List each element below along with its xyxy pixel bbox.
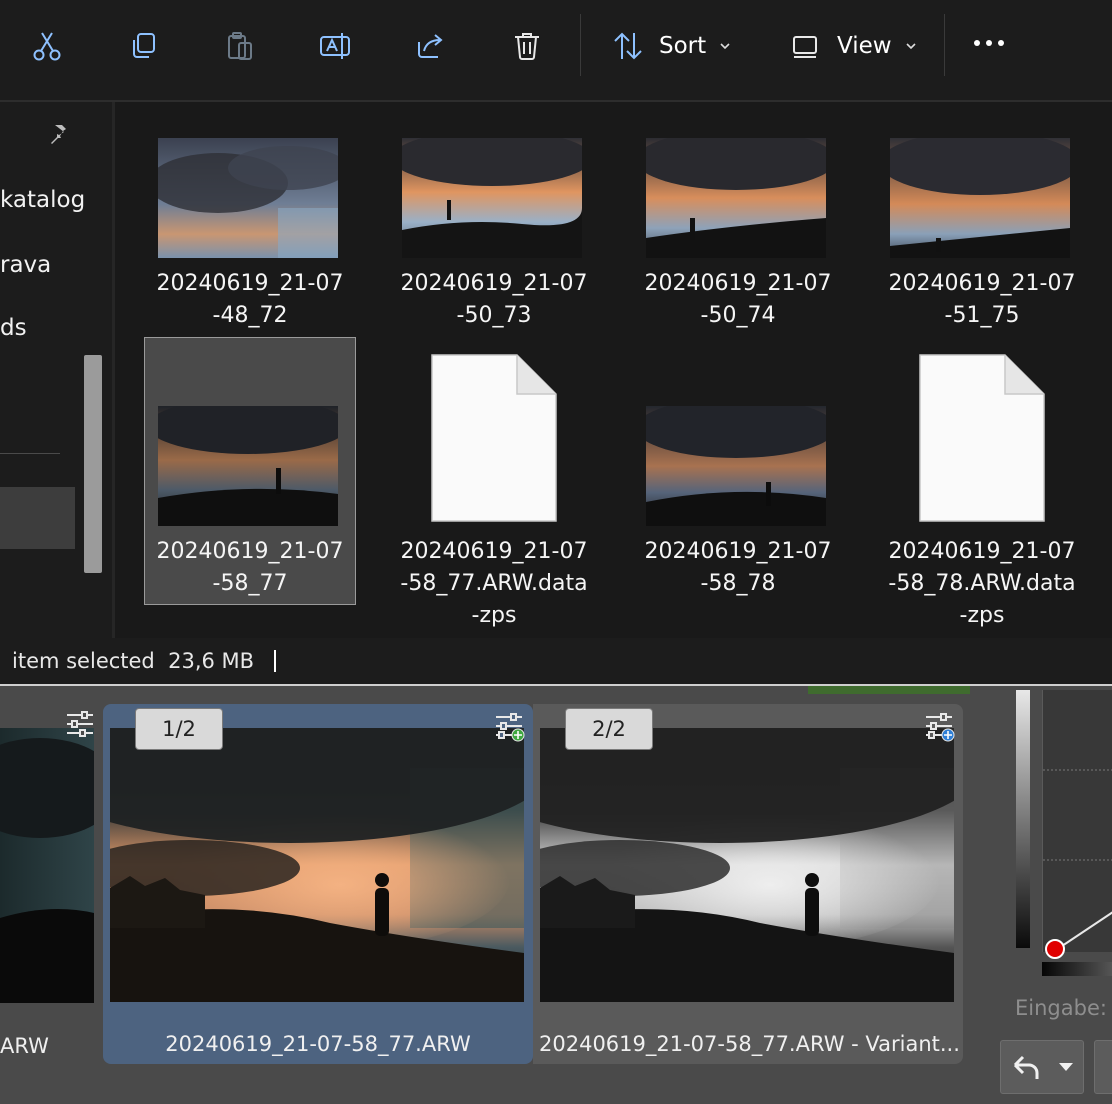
file-name: -58_78 <box>700 571 776 596</box>
file-name: 20240619_21-07 <box>644 539 832 564</box>
sort-button[interactable]: Sort <box>611 22 732 70</box>
chevron-down-icon <box>906 43 916 50</box>
file-name: -zps <box>471 603 517 628</box>
nav-item-katalog[interactable]: katalog <box>0 187 85 213</box>
view-label: View <box>837 33 892 59</box>
undo-icon <box>1013 1055 1039 1079</box>
cut-icon[interactable] <box>23 22 71 70</box>
status-bar: item selected 23,6 MB <box>0 638 1112 684</box>
file-name: 20240619_21-07 <box>156 539 344 564</box>
file-name: -51_75 <box>944 303 1020 328</box>
filmstrip-thumbnail <box>0 728 94 1003</box>
file-name: -58_77 <box>212 571 288 596</box>
filmstrip-item-selected[interactable]: 1/2 20240619_21-07-58_77.ARW <box>103 704 533 1064</box>
nav-item-rava[interactable]: rava <box>0 252 51 278</box>
rename-icon[interactable] <box>311 22 359 70</box>
file-name: -48_72 <box>212 303 288 328</box>
input-gradient <box>1042 962 1112 976</box>
command-bar: Sort View <box>0 0 1112 102</box>
sort-icon <box>614 32 642 60</box>
file-name: 20240619_21-07 <box>400 539 588 564</box>
file-name: -50_73 <box>456 303 532 328</box>
file-item[interactable]: 20240619_21-07 -58_77.ARW.data -zps <box>389 338 599 628</box>
view-icon <box>793 36 817 58</box>
toolbar-separator <box>944 14 945 76</box>
file-name: 20240619_21-07 <box>644 271 832 296</box>
status-text: item selected 23,6 MB <box>12 649 255 673</box>
nav-item-ds[interactable]: ds <box>0 315 27 341</box>
file-name: -58_77.ARW.data <box>400 571 588 596</box>
file-name: -50_74 <box>700 303 776 328</box>
file-item[interactable]: 20240619_21-07 -58_78.ARW.data -zps <box>877 338 1087 628</box>
pin-icon[interactable] <box>46 122 70 146</box>
adjustments-icon[interactable] <box>493 710 525 742</box>
filmstrip-caption: 20240619_21-07-58_77.ARW - Variant... <box>539 1032 959 1056</box>
output-gradient <box>1016 690 1030 948</box>
undo-button[interactable] <box>1000 1040 1084 1094</box>
filmstrip-item[interactable]: 2/2 20240619_21-07-58_77.ARW - Variant..… <box>533 704 963 1064</box>
file-name: 20240619_21-07 <box>888 539 1076 564</box>
copy-icon[interactable] <box>119 22 167 70</box>
redo-button[interactable] <box>1094 1040 1112 1094</box>
file-thumbnail <box>158 406 338 526</box>
variant-badge: 2/2 <box>565 708 653 750</box>
filmstrip-thumbnail <box>110 728 524 1002</box>
document-icon <box>431 354 557 522</box>
view-button[interactable]: View <box>789 22 918 70</box>
file-name: 20240619_21-07 <box>888 271 1076 296</box>
file-item-selected[interactable]: 20240619_21-07 -58_77 <box>144 337 356 605</box>
file-grid: 20240619_21-07 -48_72 20240619_21-07 -50… <box>115 102 1112 638</box>
file-name: -zps <box>959 603 1005 628</box>
file-thumbnail <box>158 138 338 258</box>
nav-scrollbar[interactable] <box>84 355 102 573</box>
adjustments-icon[interactable] <box>64 708 96 740</box>
file-thumbnail <box>646 406 826 526</box>
file-thumbnail <box>890 138 1070 258</box>
nav-divider <box>0 453 60 454</box>
file-thumbnail <box>646 138 826 258</box>
filmstrip-caption: 20240619_21-07-58_77.ARW <box>165 1032 471 1056</box>
filmstrip-caption: ARW <box>0 1034 49 1058</box>
filmstrip-thumbnail <box>540 728 954 1002</box>
file-item[interactable]: 20240619_21-07 -58_78 <box>633 338 843 604</box>
paste-icon[interactable] <box>215 22 263 70</box>
sort-label: Sort <box>659 33 707 59</box>
variant-badge: 1/2 <box>135 708 223 750</box>
file-thumbnail <box>402 138 582 258</box>
filmstrip-item[interactable]: ARW <box>0 706 100 1064</box>
more-options-icon[interactable] <box>974 40 1004 46</box>
delete-icon[interactable] <box>503 22 551 70</box>
chevron-down-icon <box>1059 1063 1073 1071</box>
toolbar-separator <box>580 14 581 76</box>
curve-editor[interactable] <box>1042 690 1112 952</box>
adjustments-icon[interactable] <box>923 710 955 742</box>
share-icon[interactable] <box>407 22 455 70</box>
chevron-down-icon <box>720 43 730 50</box>
file-name: 20240619_21-07 <box>400 271 588 296</box>
progress-indicator <box>808 686 970 694</box>
nav-item-selected[interactable] <box>0 487 75 549</box>
input-label: Eingabe: <box>1015 996 1107 1020</box>
file-name: 20240619_21-07 <box>156 271 344 296</box>
document-icon <box>919 354 1045 522</box>
status-separator <box>274 650 276 672</box>
file-name: -58_78.ARW.data <box>888 571 1076 596</box>
curve-point[interactable] <box>1044 938 1066 960</box>
